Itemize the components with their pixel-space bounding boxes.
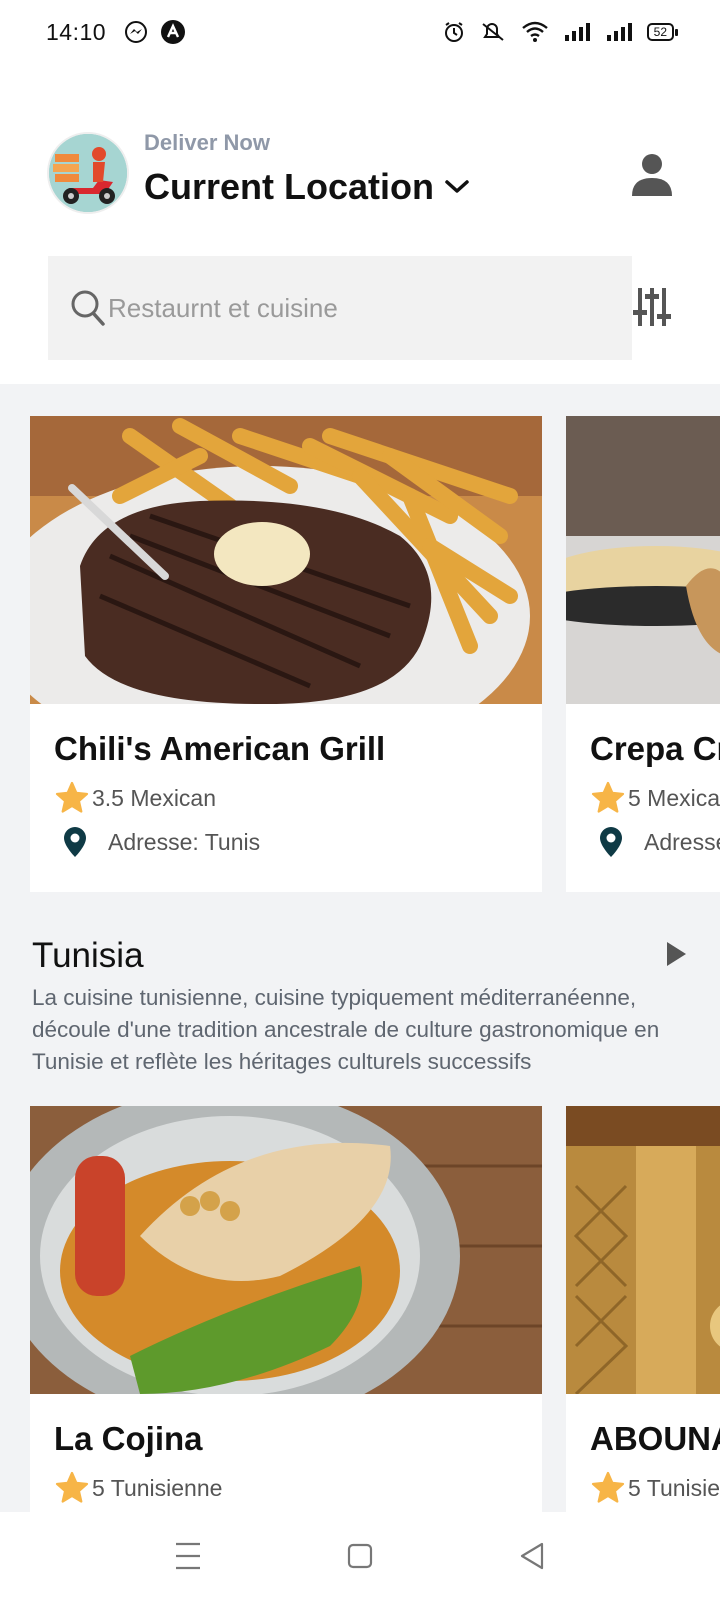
location-pin-icon (64, 827, 86, 857)
restaurant-address: Adresse: Tunis (108, 828, 261, 855)
star-icon (55, 781, 89, 813)
rating-cuisine: 5 Mexica (628, 784, 720, 811)
back-triangle-icon[interactable] (512, 1536, 552, 1576)
restaurant-card[interactable]: ABOUNA 5 Tunisie (566, 1106, 720, 1512)
restaurant-name: La Cojina (54, 1420, 203, 1457)
play-arrow-icon[interactable] (664, 940, 688, 968)
menu-icon[interactable] (168, 1536, 208, 1576)
search-input[interactable] (108, 292, 588, 324)
chevron-down-icon (445, 180, 469, 193)
signal-icon (564, 23, 590, 41)
delivery-scooter-logo (47, 132, 129, 214)
alarm-icon (444, 22, 463, 42)
section-description: La cuisine tunisienne, cuisine typiqueme… (32, 985, 660, 1074)
star-icon (55, 1471, 89, 1503)
system-nav-bar (0, 1512, 720, 1600)
location-pin-icon (600, 827, 622, 857)
restaurant-name: ABOUNA (590, 1420, 720, 1457)
sliders-icon[interactable] (632, 286, 672, 328)
rating-cuisine: 5 Tunisienne (92, 1474, 223, 1501)
signal-icon (606, 23, 632, 41)
mute-icon (482, 23, 504, 41)
section-title: Tunisia (32, 936, 144, 975)
search-icon (71, 290, 105, 326)
search-bar[interactable] (48, 256, 632, 360)
wifi-icon (521, 21, 548, 42)
restaurant-image-couscous (30, 1106, 542, 1394)
restaurant-card[interactable]: Crepa Cr 5 Mexica Adresse (566, 416, 720, 892)
status-time: 14:10 (46, 18, 107, 45)
battery-icon: 52 (646, 23, 679, 41)
restaurant-card[interactable]: Chili's American Grill 3.5 Mexican Adres… (30, 416, 542, 892)
user-icon[interactable] (628, 150, 676, 198)
messenger-icon (125, 21, 148, 43)
restaurant-card[interactable]: La Cojina 5 Tunisienne (30, 1106, 542, 1512)
location-selector[interactable]: Current Location (144, 166, 470, 208)
star-icon (591, 781, 625, 813)
restaurant-name: Chili's American Grill (54, 730, 386, 767)
rating-cuisine: 3.5 Mexican (92, 784, 217, 811)
restaurant-address: Adresse (644, 828, 720, 855)
tunisia-carousel[interactable]: La Cojina 5 Tunisienne ABOUNA 5 Tunisie (0, 1106, 720, 1512)
restaurant-name: Crepa Cr (590, 730, 720, 767)
featured-carousel[interactable]: Chili's American Grill 3.5 Mexican Adres… (0, 416, 720, 892)
home-square-icon[interactable] (340, 1536, 380, 1576)
header: Deliver Now Current Location (0, 64, 720, 384)
restaurant-image-crepe (566, 416, 720, 704)
star-icon (591, 1471, 625, 1503)
app-a-icon (161, 20, 186, 44)
deliver-now-label: Deliver Now (144, 130, 270, 155)
restaurant-image-steak (30, 416, 542, 704)
location-title: Current Location (144, 166, 435, 207)
status-bar: 14:10 52 (0, 0, 720, 64)
restaurant-image-abouna (566, 1106, 720, 1394)
rating-cuisine: 5 Tunisie (628, 1474, 720, 1501)
